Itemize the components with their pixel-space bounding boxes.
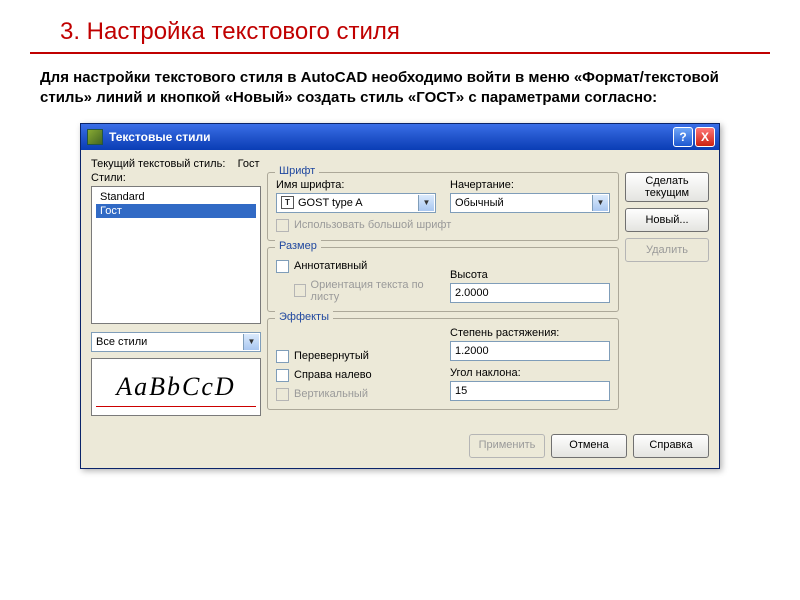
orientation-checkbox: Ориентация текста по листу xyxy=(294,279,436,303)
width-factor-input[interactable]: 1.2000 xyxy=(450,341,610,361)
font-groupbox: Шрифт Имя шрифта: T GOST type A ▼ Начерт… xyxy=(267,172,619,241)
vertical-checkbox: Вертикальный xyxy=(276,388,436,401)
slide-description: Для настройки текстового стиля в AutoCAD… xyxy=(0,54,800,123)
close-button[interactable]: X xyxy=(695,127,715,147)
styles-filter-select[interactable]: Все стили ▼ xyxy=(91,332,261,352)
oblique-value: 15 xyxy=(455,385,467,397)
apply-button: Применить xyxy=(469,434,545,458)
rtl-label: Справа налево xyxy=(294,369,372,381)
vertical-label: Вертикальный xyxy=(294,388,368,400)
oblique-input[interactable]: 15 xyxy=(450,381,610,401)
slide-title: 3. Настройка текстового стиля xyxy=(30,0,770,54)
checkbox-icon xyxy=(294,284,306,297)
annotative-checkbox[interactable]: Аннотативный xyxy=(276,260,436,273)
checkbox-icon xyxy=(276,260,289,273)
orientation-label: Ориентация текста по листу xyxy=(311,279,436,303)
size-groupbox: Размер Аннотативный Ориентация текста по… xyxy=(267,247,619,312)
checkbox-icon xyxy=(276,369,289,382)
styles-filter-value: Все стили xyxy=(96,336,147,348)
font-preview: AaBbCcD xyxy=(91,358,261,416)
current-style-label: Текущий текстовый стиль: xyxy=(91,158,225,170)
cancel-button[interactable]: Отмена xyxy=(551,434,627,458)
annotative-label: Аннотативный xyxy=(294,260,367,272)
set-current-button[interactable]: Сделать текущим xyxy=(625,172,709,202)
styles-label: Стили: xyxy=(91,172,261,184)
truetype-icon: T xyxy=(281,196,294,209)
height-label: Высота xyxy=(450,269,610,281)
delete-button: Удалить xyxy=(625,238,709,262)
height-value: 2.0000 xyxy=(455,287,489,299)
font-name-value: GOST type A xyxy=(298,197,363,209)
oblique-label: Угол наклона: xyxy=(450,367,610,379)
current-style-row: Текущий текстовый стиль: Гост xyxy=(91,158,709,170)
effects-groupbox: Эффекты Перевернутый Справа налево xyxy=(267,318,619,410)
new-button[interactable]: Новый... xyxy=(625,208,709,232)
current-style-value: Гост xyxy=(238,158,260,170)
font-style-select[interactable]: Обычный ▼ xyxy=(450,193,610,213)
font-name-label: Имя шрифта: xyxy=(276,179,436,191)
font-style-label: Начертание: xyxy=(450,179,610,191)
font-name-select[interactable]: T GOST type A ▼ xyxy=(276,193,436,213)
preview-text: AaBbCcD xyxy=(116,372,235,402)
font-style-value: Обычный xyxy=(455,197,504,209)
upside-down-label: Перевернутый xyxy=(294,350,369,362)
width-factor-label: Степень растяжения: xyxy=(450,327,610,339)
titlebar[interactable]: Текстовые стили ? X xyxy=(81,124,719,150)
size-legend: Размер xyxy=(275,240,321,252)
help-button[interactable]: ? xyxy=(673,127,693,147)
list-item[interactable]: Standard xyxy=(96,190,256,204)
styles-listbox[interactable]: Standard Гост xyxy=(91,186,261,324)
list-item[interactable]: Гост xyxy=(96,204,256,218)
bigfont-label: Использовать большой шрифт xyxy=(294,219,451,231)
checkbox-icon xyxy=(276,350,289,363)
checkbox-icon xyxy=(276,219,289,232)
help-footer-button[interactable]: Справка xyxy=(633,434,709,458)
text-styles-dialog: Текстовые стили ? X Текущий текстовый ст… xyxy=(80,123,720,469)
width-factor-value: 1.2000 xyxy=(455,345,489,357)
height-input[interactable]: 2.0000 xyxy=(450,283,610,303)
rtl-checkbox[interactable]: Справа налево xyxy=(276,369,436,382)
chevron-down-icon: ▼ xyxy=(418,195,434,211)
font-legend: Шрифт xyxy=(275,165,319,177)
app-icon xyxy=(87,129,103,145)
dialog-title: Текстовые стили xyxy=(109,130,673,144)
upside-down-checkbox[interactable]: Перевернутый xyxy=(276,350,436,363)
checkbox-icon xyxy=(276,388,289,401)
chevron-down-icon: ▼ xyxy=(592,195,608,211)
chevron-down-icon: ▼ xyxy=(243,334,259,350)
bigfont-checkbox: Использовать большой шрифт xyxy=(276,219,610,232)
effects-legend: Эффекты xyxy=(275,311,333,323)
